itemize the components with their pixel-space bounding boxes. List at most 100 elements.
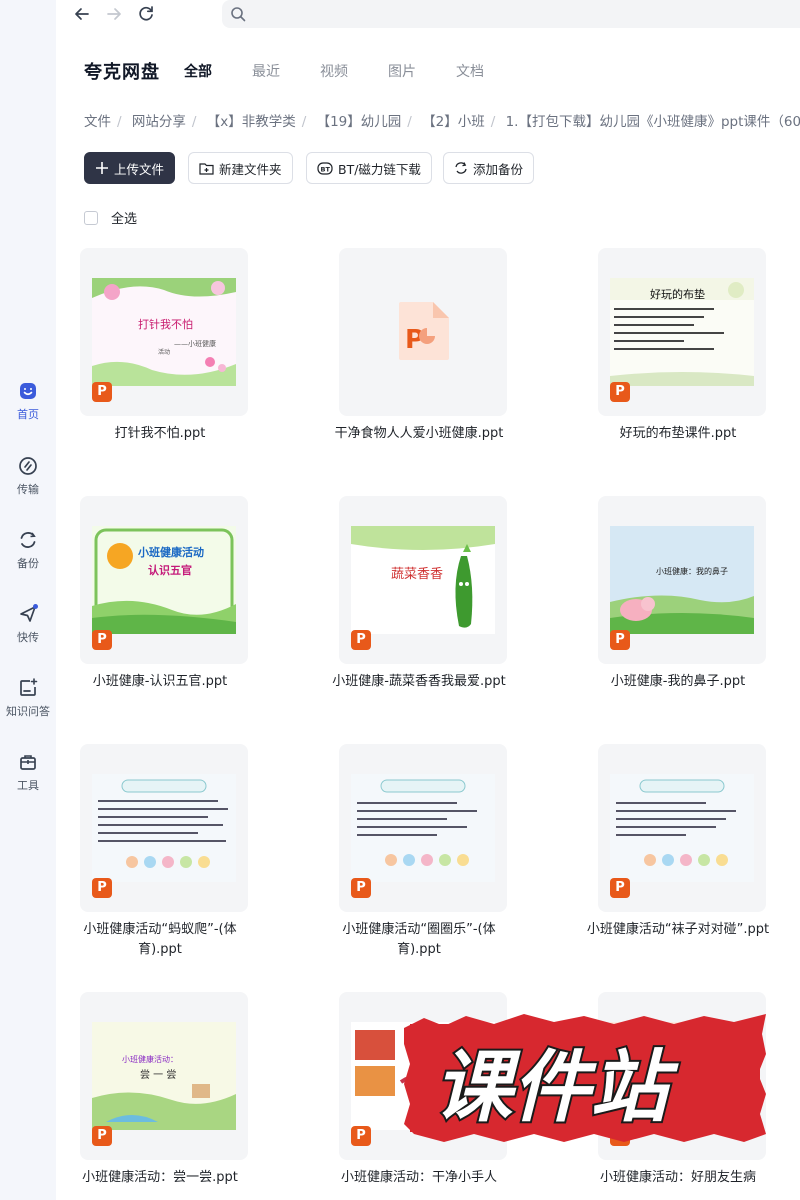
sidebar-item-quick-send[interactable]: 快传 xyxy=(0,603,56,645)
thumb-subtitle: 活动 xyxy=(158,348,170,356)
file-card[interactable]: 小班健康活动 认识五官 P xyxy=(80,496,248,664)
tab-all[interactable]: 全部 xyxy=(184,61,212,81)
thumb-title: 打针我不怕 xyxy=(138,317,193,331)
file-card[interactable]: P xyxy=(339,248,507,416)
tab-images[interactable]: 图片 xyxy=(388,61,416,81)
new-folder-icon xyxy=(199,162,214,175)
sidebar-item-knowledge-qa[interactable]: 知识问答 xyxy=(0,677,56,719)
breadcrumb-item[interactable]: 【19】幼儿园 xyxy=(317,114,402,130)
ppt-file-icon: P xyxy=(610,630,630,650)
search-bar[interactable] xyxy=(222,0,800,28)
tab-recent[interactable]: 最近 xyxy=(252,61,280,81)
transfer-icon xyxy=(19,457,37,475)
backup-sync-icon xyxy=(20,532,36,548)
forward-arrow-icon[interactable] xyxy=(104,4,124,24)
file-name[interactable]: 小班健康-我的鼻子.ppt xyxy=(583,672,773,692)
bt-magnet-download-button[interactable]: BT BT/磁力链下载 xyxy=(306,152,432,184)
upload-file-label: 上传文件 xyxy=(114,161,165,177)
breadcrumb-item[interactable]: 网站分享 xyxy=(132,114,186,130)
file-name[interactable]: 小班健康活动：好朋友生病 xyxy=(583,1168,773,1188)
file-name[interactable]: 小班健康活动：干净小手人 xyxy=(324,1168,514,1188)
send-plane-icon xyxy=(20,604,38,622)
breadcrumb-item[interactable]: 【x】非教学类 xyxy=(207,114,296,130)
file-card[interactable]: P xyxy=(80,744,248,912)
ppt-thumbnail xyxy=(92,774,236,882)
sidebar-item-home[interactable]: 首页 xyxy=(0,380,56,422)
thumb-title: 蔬菜香香 xyxy=(391,567,443,582)
ppt-thumbnail xyxy=(610,774,754,882)
sidebar-item-label: 快传 xyxy=(17,631,39,644)
select-all-checkbox[interactable] xyxy=(84,210,98,225)
ppt-thumbnail xyxy=(351,774,495,882)
ppt-thumbnail: 蔬菜香香 xyxy=(351,526,495,634)
thumb-subtitle: ——小班健康 xyxy=(174,339,216,348)
ppt-thumbnail: 打针我不怕 ——小班健康 活动 xyxy=(92,278,236,386)
sidebar-item-label: 备份 xyxy=(17,557,39,570)
watermark-text: 课件站 xyxy=(434,1043,679,1133)
file-name[interactable]: 干净食物人人爱小班健康.ppt xyxy=(324,424,514,444)
tab-video[interactable]: 视频 xyxy=(320,61,348,81)
file-name[interactable]: 小班健康活动：尝一尝.ppt xyxy=(65,1168,255,1188)
file-card[interactable]: P xyxy=(339,744,507,912)
file-name[interactable]: 小班健康-蔬菜香香我最爱.ppt xyxy=(324,672,514,692)
file-name[interactable]: 好玩的布垫课件.ppt xyxy=(583,424,773,444)
breadcrumb-item[interactable]: 文件 xyxy=(84,114,111,130)
file-card[interactable]: 小班健康活动： 尝 一 尝 P xyxy=(80,992,248,1160)
file-card[interactable]: 打针我不怕 ——小班健康 活动 P xyxy=(80,248,248,416)
file-name[interactable]: 小班健康活动“蚂蚁爬”-(体育).ppt xyxy=(65,920,255,960)
plus-icon xyxy=(96,162,108,174)
ppt-thumbnail: 小班健康活动： 尝 一 尝 xyxy=(92,1022,236,1130)
sidebar-item-backup[interactable]: 备份 xyxy=(0,529,56,571)
thumb-title: 小班健康活动： xyxy=(122,1054,178,1064)
thumb-subtitle: 尝 一 尝 xyxy=(140,1068,176,1081)
home-face-icon xyxy=(20,383,36,399)
refresh-icon[interactable] xyxy=(136,4,156,24)
top-bar xyxy=(56,0,800,28)
back-arrow-icon[interactable] xyxy=(72,4,92,24)
file-name[interactable]: 打针我不怕.ppt xyxy=(65,424,255,444)
ppt-file-icon: P xyxy=(92,878,112,898)
upload-file-button[interactable]: 上传文件 xyxy=(84,152,176,184)
search-input[interactable] xyxy=(252,4,792,24)
add-backup-button[interactable]: 添加备份 xyxy=(443,152,535,184)
file-card[interactable]: 小班健康：我的鼻子 P xyxy=(598,496,766,664)
ppt-thumbnail: 小班健康：我的鼻子 xyxy=(610,526,754,634)
backup-sync-icon xyxy=(455,162,467,174)
file-card[interactable]: 好玩的布垫 P xyxy=(598,248,766,416)
ppt-file-icon: P xyxy=(351,878,371,898)
new-folder-label: 新建文件夹 xyxy=(219,161,282,177)
sidebar-item-transfer[interactable]: 传输 xyxy=(0,455,56,497)
thumb-title: 好玩的布垫 xyxy=(650,287,705,301)
new-folder-button[interactable]: 新建文件夹 xyxy=(188,152,293,184)
knowledge-qa-icon xyxy=(20,678,38,696)
file-card[interactable]: 蔬菜香香 P xyxy=(339,496,507,664)
thumb-title: 小班健康活动 xyxy=(137,545,204,559)
ppt-file-icon: P xyxy=(92,382,112,402)
search-icon xyxy=(231,7,246,22)
file-name[interactable]: 小班健康-认识五官.ppt xyxy=(65,672,255,692)
thumb-title: 小班健康：我的鼻子 xyxy=(656,566,728,576)
svg-text:BT: BT xyxy=(321,166,331,174)
tab-documents[interactable]: 文档 xyxy=(456,61,484,81)
ppt-file-icon: P xyxy=(92,1126,112,1146)
breadcrumb-item[interactable]: 【2】小班 xyxy=(422,114,485,130)
thumb-subtitle: 认识五官 xyxy=(148,563,192,577)
watermark-logo: 课件站 xyxy=(404,1014,766,1142)
ppt-file-icon: P xyxy=(351,1126,371,1146)
sidebar-item-label: 传输 xyxy=(17,483,39,496)
bt-magnet-icon: BT xyxy=(317,162,333,175)
breadcrumb: 文件 / 网站分享 / 【x】非教学类 / 【19】幼儿园 / 【2】小班/ 1.【打包… xyxy=(84,110,800,130)
add-backup-label: 添加备份 xyxy=(473,161,524,177)
ppt-thumbnail: 小班健康活动 认识五官 xyxy=(92,526,236,634)
file-card[interactable]: P xyxy=(598,744,766,912)
ppt-thumbnail: 好玩的布垫 xyxy=(610,278,754,386)
brand-title: 夸克网盘 xyxy=(84,62,160,83)
bt-magnet-download-label: BT/磁力链下载 xyxy=(338,161,421,177)
ppt-file-large-icon: P xyxy=(399,302,449,360)
sidebar-item-tools[interactable]: 工具 xyxy=(0,751,56,793)
select-all-row[interactable]: 全选 xyxy=(84,208,137,227)
file-name[interactable]: 小班健康活动“袜子对对碰”.ppt xyxy=(583,920,773,940)
toolbox-icon xyxy=(20,755,36,770)
file-name[interactable]: 小班健康活动“圈圈乐”-(体育).ppt xyxy=(324,920,514,960)
ppt-file-icon: P xyxy=(92,630,112,650)
